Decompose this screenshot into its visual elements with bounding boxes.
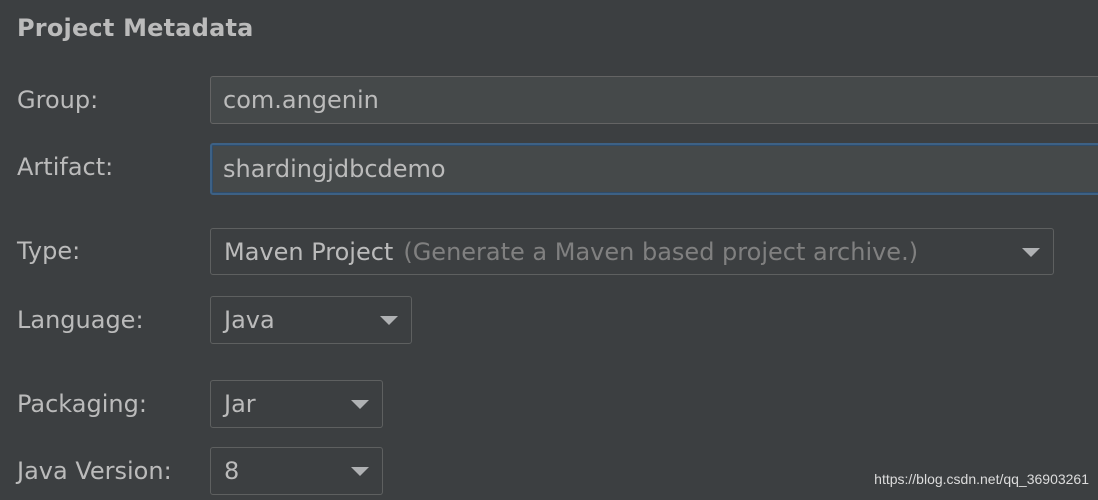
java-version-value: 8 <box>224 457 240 485</box>
language-label: Language: <box>17 306 144 334</box>
type-label: Type: <box>17 237 81 265</box>
java-version-dropdown[interactable]: 8 <box>210 447 383 495</box>
packaging-label: Packaging: <box>17 390 147 418</box>
packaging-dropdown[interactable]: Jar <box>210 380 383 428</box>
group-label: Group: <box>17 86 99 114</box>
artifact-label: Artifact: <box>17 153 114 181</box>
type-dropdown[interactable]: Maven Project (Generate a Maven based pr… <box>210 228 1054 275</box>
language-value: Java <box>224 306 275 334</box>
type-value: Maven Project <box>224 237 394 266</box>
group-field[interactable]: com.angenin <box>210 76 1098 124</box>
section-title: Project Metadata <box>17 14 254 42</box>
chevron-down-icon <box>351 400 369 409</box>
language-dropdown[interactable]: Java <box>210 296 412 344</box>
chevron-down-icon <box>1022 247 1040 257</box>
packaging-value: Jar <box>224 390 256 418</box>
chevron-down-icon <box>380 316 398 325</box>
artifact-field[interactable]: shardingjdbcdemo <box>210 143 1098 195</box>
type-hint: (Generate a Maven based project archive.… <box>403 237 919 266</box>
java-version-label: Java Version: <box>17 457 172 485</box>
artifact-value: shardingjdbcdemo <box>223 155 446 183</box>
watermark-text: https://blog.csdn.net/qq_36903261 <box>874 471 1089 487</box>
project-metadata-panel: Project Metadata Group: com.angenin Arti… <box>0 0 1098 500</box>
chevron-down-icon <box>351 467 369 476</box>
group-value: com.angenin <box>223 86 379 114</box>
